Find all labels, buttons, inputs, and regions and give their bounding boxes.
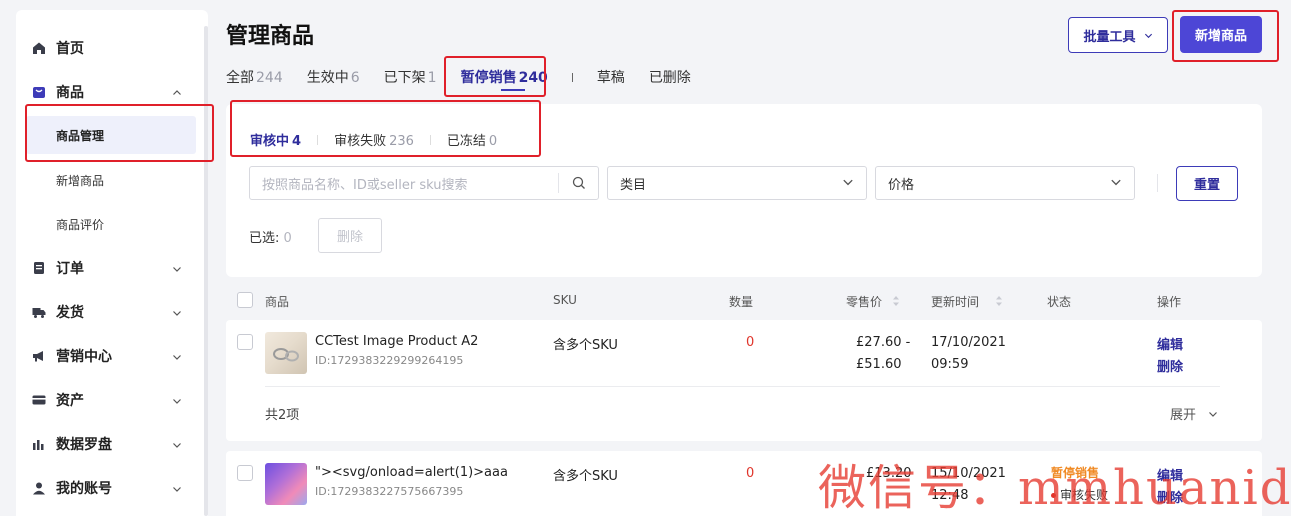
reset-button[interactable]: 重置 xyxy=(1176,166,1238,201)
tab-divider xyxy=(571,72,573,82)
annotation-highlight-box xyxy=(25,104,214,162)
chevron-down-icon xyxy=(1144,31,1153,40)
chevron-down-icon xyxy=(172,306,182,322)
sidebar-item-marketing[interactable]: 营销中心 xyxy=(16,338,208,374)
sort-icon[interactable] xyxy=(892,295,900,310)
column-header-sku: SKU xyxy=(553,293,577,307)
truck-icon xyxy=(32,305,46,319)
sidebar-item-assets[interactable]: 资产 xyxy=(16,382,208,418)
column-header-updated[interactable]: 更新时间 xyxy=(931,293,1003,310)
sidebar-item-home[interactable]: 首页 xyxy=(16,30,208,66)
variant-count: 共2项 xyxy=(265,408,300,423)
selected-count: 已选: 0 xyxy=(249,231,292,246)
sidebar-item-label: 发货 xyxy=(56,305,84,321)
chevron-up-icon xyxy=(172,86,182,102)
annotation-highlight-box xyxy=(230,100,541,157)
tab-active[interactable]: 生效中 6 xyxy=(307,67,360,87)
delete-selected-button[interactable]: 删除 xyxy=(318,218,382,253)
megaphone-icon xyxy=(32,349,46,363)
sidebar-scrollbar[interactable] xyxy=(204,26,208,516)
product-name[interactable]: CCTest Image Product A2 xyxy=(315,334,478,349)
chevron-down-icon xyxy=(1110,176,1122,192)
chevron-down-icon xyxy=(172,262,182,278)
order-icon xyxy=(32,261,46,275)
column-header-status: 状态 xyxy=(1047,295,1072,309)
sidebar-item-data-compass[interactable]: 数据罗盘 xyxy=(16,426,208,462)
page-title: 管理商品 xyxy=(226,24,315,49)
chevron-down-icon xyxy=(842,176,854,192)
delete-link[interactable]: 删除 xyxy=(1157,356,1183,375)
sidebar-item-label: 商品 xyxy=(56,85,84,101)
chevron-down-icon xyxy=(1208,408,1218,423)
chevron-down-icon xyxy=(172,438,182,454)
home-icon xyxy=(32,41,46,55)
updated-time: 09:59 xyxy=(931,357,969,372)
product-quantity: 0 xyxy=(746,335,755,350)
annotation-highlight-box xyxy=(1172,10,1279,62)
sidebar-subitem-product-reviews[interactable]: 商品评价 xyxy=(16,205,196,243)
batch-tools-button[interactable]: 批量工具 xyxy=(1068,17,1168,53)
search-icon[interactable] xyxy=(572,176,586,194)
chevron-down-icon xyxy=(172,482,182,498)
tab-delisted[interactable]: 已下架 1 xyxy=(384,67,437,87)
product-name[interactable]: "><svg/onload=alert(1)>aaa xyxy=(315,465,508,480)
product-sku: 含多个SKU xyxy=(553,338,618,353)
product-quantity: 0 xyxy=(746,466,755,481)
column-header-actions: 操作 xyxy=(1157,295,1182,309)
row-checkbox[interactable] xyxy=(237,334,253,350)
search-input[interactable]: 按照商品名称、ID或seller sku搜索 xyxy=(249,166,599,200)
sidebar-item-label: 首页 xyxy=(56,41,84,57)
product-price: £51.60 xyxy=(856,357,902,372)
sidebar-item-label: 订单 xyxy=(56,261,84,277)
user-icon xyxy=(32,481,46,495)
row-divider xyxy=(265,386,1220,387)
edit-link[interactable]: 编辑 xyxy=(1157,334,1183,353)
sidebar-item-label: 资产 xyxy=(56,393,84,409)
tab-all[interactable]: 全部 244 xyxy=(226,67,283,87)
product-thumbnail[interactable] xyxy=(265,332,307,374)
category-select[interactable]: 类目 xyxy=(607,166,867,200)
product-thumbnail[interactable] xyxy=(265,463,307,505)
chevron-down-icon xyxy=(172,394,182,410)
sidebar-item-shipping[interactable]: 发货 xyxy=(16,294,208,330)
row-checkbox[interactable] xyxy=(237,465,253,481)
watermark-text: 微信号：mmhuanidc xyxy=(818,460,1291,516)
filter-divider xyxy=(1157,174,1158,192)
select-all-checkbox[interactable] xyxy=(237,292,253,308)
sidebar-item-label: 数据罗盘 xyxy=(56,437,112,453)
bar-chart-icon xyxy=(32,437,46,451)
product-price: £27.60 - xyxy=(856,335,911,350)
tab-drafts[interactable]: 草稿 xyxy=(597,67,625,87)
card-icon xyxy=(32,393,46,407)
column-header-price[interactable]: 零售价 xyxy=(846,293,900,310)
sidebar-item-my-account[interactable]: 我的账号 xyxy=(16,470,208,506)
table-row: CCTest Image Product A2 ID:1729383229299… xyxy=(226,320,1262,441)
sidebar-item-orders[interactable]: 订单 xyxy=(16,250,208,286)
product-sku: 含多个SKU xyxy=(553,469,618,484)
sidebar-item-label: 我的账号 xyxy=(56,481,112,497)
column-header-product: 商品 xyxy=(265,295,290,309)
sort-icon[interactable] xyxy=(995,295,1003,310)
search-divider xyxy=(558,173,559,193)
tab-deleted[interactable]: 已删除 xyxy=(649,67,691,87)
price-select[interactable]: 价格 xyxy=(875,166,1135,200)
expand-button[interactable]: 展开 xyxy=(1170,404,1218,423)
table-header: 商品 SKU 数量 零售价 更新时间 状态 操作 xyxy=(226,288,1262,312)
product-id: ID:1729383229299264195 xyxy=(315,354,464,367)
sidebar: 首页 商品 商品管理 新增商品 商品评价 订单 发货 营销中心 资产 数据罗盘 … xyxy=(16,10,208,516)
product-id: ID:1729383227575667395 xyxy=(315,485,464,498)
updated-date: 17/10/2021 xyxy=(931,335,1006,350)
annotation-highlight-box xyxy=(444,56,546,97)
column-header-quantity: 数量 xyxy=(729,295,754,309)
sidebar-item-label: 营销中心 xyxy=(56,349,112,365)
chevron-down-icon xyxy=(172,350,182,366)
product-icon xyxy=(32,85,46,99)
sidebar-subitem-add-product[interactable]: 新增商品 xyxy=(16,161,196,199)
